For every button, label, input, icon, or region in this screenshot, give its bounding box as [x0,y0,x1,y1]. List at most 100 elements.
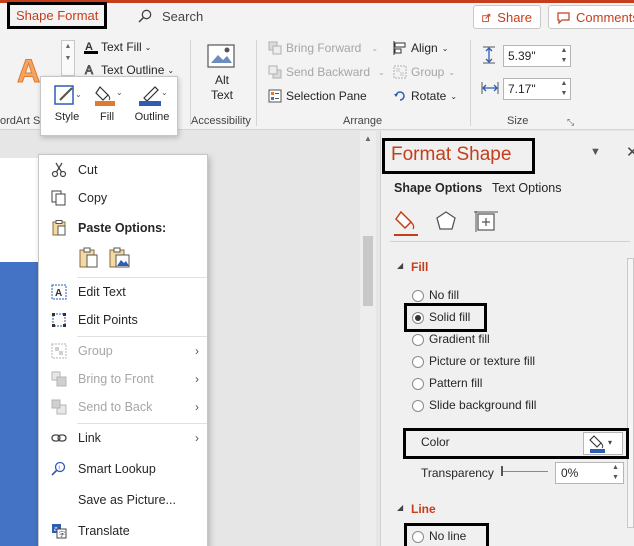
svg-text:⌄: ⌄ [161,88,168,97]
radio-solid-fill[interactable] [412,312,424,324]
radio-pattern-fill[interactable] [412,378,424,390]
size-dialog-launcher-icon[interactable]: ⤡ [567,117,574,128]
chevron-right-icon: › [195,372,199,386]
accessibility-group-label: Accessibility [191,115,251,127]
menu-label-copy: Copy [78,191,108,205]
effects-tab[interactable] [435,210,457,232]
radio-gradient-fill[interactable] [412,334,424,346]
rotate-label: Rotate [411,89,447,103]
tab-shape-options[interactable]: Shape Options [394,181,482,195]
menu-item-edit-points[interactable]: Edit Points [39,307,207,333]
style-icon: ⌄ [54,85,82,105]
radio-slide-background-fill[interactable] [412,400,424,412]
section-collapse-icon[interactable]: ◢ [397,261,403,270]
vertical-scrollbar[interactable]: ▲ [360,131,376,546]
align-button[interactable]: Align ⌄ [393,41,448,55]
pane-options-dropdown-icon[interactable]: ▼ [590,146,601,158]
shape-width-value: 7.17" [508,82,536,96]
height-stepper[interactable]: ▲ ▼ [558,46,570,66]
fill-section-header[interactable]: Fill [411,260,428,274]
transparency-stepper[interactable]: ▲ ▼ [612,463,622,483]
close-icon[interactable]: ✕ [626,143,634,161]
text-fill-button[interactable]: A Text Fill ⌄ [84,40,151,54]
menu-item-send-to-back[interactable]: Send to Back › [39,394,207,420]
fill-label: Fill [99,111,115,123]
option-picture-fill[interactable]: Picture or texture fill [429,354,535,368]
edit-points-icon [52,313,66,327]
fill-button[interactable]: ⌄ Fill [89,83,125,123]
option-gradient-fill[interactable]: Gradient fill [429,332,490,346]
share-button[interactable]: Share [473,5,541,29]
pentagon-icon [436,211,456,230]
paste-as-picture-button[interactable] [109,247,131,269]
comments-label: Comments [576,9,634,25]
menu-item-copy[interactable]: Copy [39,185,207,211]
menu-divider [77,336,207,337]
group-label: Group [411,65,445,79]
menu-item-cut[interactable]: Cut [39,157,207,183]
tab-text-options[interactable]: Text Options [492,181,561,195]
option-solid-fill[interactable]: Solid fill [429,310,470,324]
selection-pane-button[interactable]: Selection Pane [268,89,367,103]
radio-no-fill[interactable] [412,290,424,302]
menu-item-edit-text[interactable]: A Edit Text [39,279,207,305]
option-slide-background-fill[interactable]: Slide background fill [429,398,536,412]
menu-label-edit-text: Edit Text [78,285,126,299]
tab-shape-format[interactable]: Shape Format [7,2,108,29]
fill-line-tab[interactable] [393,208,419,236]
line-section-header[interactable]: Line [411,502,436,516]
svg-text:⌄: ⌄ [75,90,82,99]
send-backward-label: Send Backward [286,65,371,79]
transparency-field[interactable]: 0% ▲ ▼ [555,462,624,484]
option-pattern-fill[interactable]: Pattern fill [429,376,482,390]
radio-no-line[interactable] [412,531,424,543]
paint-bucket-icon: ⌄ [95,86,122,106]
pane-scrollbar[interactable] [627,258,634,528]
chevron-right-icon: › [195,400,199,414]
shape-height-field[interactable]: 5.39" ▲ ▼ [503,45,571,67]
menu-label-save-as-picture: Save as Picture... [78,493,176,507]
outline-button[interactable]: ⌄ Outline [131,83,173,123]
menu-item-translate[interactable]: a字 Translate [39,518,207,544]
alt-text-button[interactable]: Alt Text [205,43,239,103]
context-menu: Cut Copy Paste Options: A Edit Text Edit… [38,154,208,546]
chevron-down-icon: ⌄ [441,43,449,53]
menu-item-link[interactable]: Link › [39,425,207,451]
comment-icon [557,11,570,24]
rotate-button[interactable]: Rotate ⌄ [393,89,457,103]
transparency-slider[interactable] [502,471,548,472]
color-label: Color [421,435,450,449]
paste-keep-source-button[interactable] [79,247,99,269]
text-outline-label: Text Outline [101,63,165,77]
comments-button[interactable]: Comments [548,5,634,29]
radio-picture-fill[interactable] [412,356,424,368]
pen-outline-icon: ⌄ [139,86,168,106]
bring-forward-button[interactable]: Bring Forward ⌄ [268,41,378,55]
size-properties-icon [474,211,498,232]
color-picker-button[interactable]: ▾ [583,432,623,455]
size-properties-tab[interactable] [474,210,498,232]
send-backward-button[interactable]: Send Backward ⌄ [268,65,385,79]
svg-text:A: A [17,53,40,88]
wordart-gallery-scroll[interactable]: ▲ ▼ [61,40,75,76]
style-button[interactable]: ⌄ Style [49,83,85,123]
scroll-up-icon[interactable]: ▲ [364,134,372,143]
menu-item-save-as-picture[interactable]: Save as Picture... [39,487,207,513]
text-outline-button[interactable]: A Text Outline ⌄ [84,63,174,77]
group-button[interactable]: Group ⌄ [393,65,455,79]
menu-item-smart-lookup[interactable]: i Smart Lookup [39,456,207,482]
chevron-right-icon: › [195,344,199,358]
shape-width-field[interactable]: 7.17" ▲ ▼ [503,78,571,100]
option-no-line[interactable]: No line [429,529,466,543]
search-box[interactable]: Search [138,6,203,26]
menu-item-bring-to-front[interactable]: Bring to Front › [39,366,207,392]
group-icon [51,343,67,359]
menu-label-send-to-back: Send to Back [78,400,153,414]
width-stepper[interactable]: ▲ ▼ [558,79,570,99]
option-no-fill[interactable]: No fill [429,288,459,302]
scrollbar-thumb[interactable] [363,236,373,306]
section-collapse-icon[interactable]: ◢ [397,503,403,512]
menu-item-group[interactable]: Group › [39,338,207,364]
menu-label-group: Group [78,344,113,358]
transparency-slider-thumb[interactable] [501,466,503,476]
